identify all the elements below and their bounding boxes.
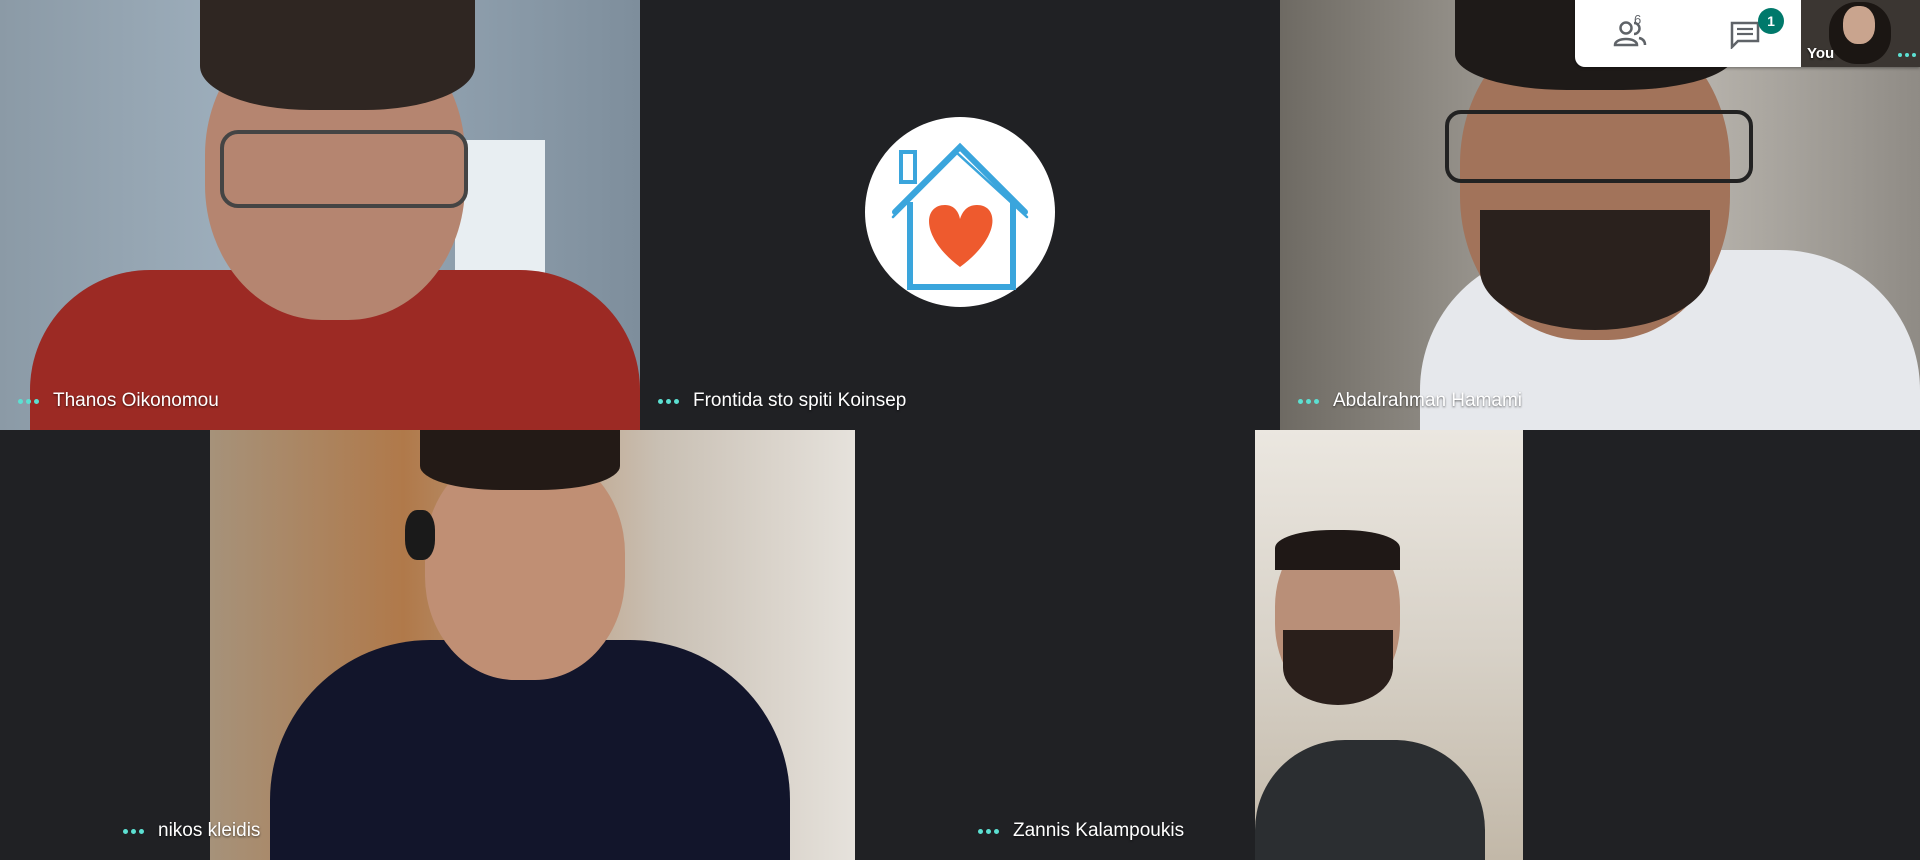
shirt bbox=[1255, 740, 1485, 860]
glasses bbox=[220, 130, 468, 208]
participant-name-bar: Thanos Oikonomou bbox=[18, 390, 219, 412]
audio-indicator-icon bbox=[658, 398, 679, 404]
chat-icon bbox=[1730, 21, 1759, 49]
participants-count: 6 bbox=[1634, 12, 1642, 27]
video-tile-frontida[interactable]: Frontida sto spiti Koinsep bbox=[640, 0, 1280, 430]
video-feed bbox=[210, 430, 855, 860]
video-feed bbox=[1255, 430, 1523, 860]
audio-indicator-icon bbox=[123, 828, 144, 834]
participant-name-bar: Abdalrahman Hamami bbox=[1298, 390, 1522, 412]
glasses bbox=[1445, 110, 1753, 183]
participant-name-bar: Zannis Kalampoukis bbox=[978, 820, 1184, 842]
video-tile-zannis[interactable]: Zannis Kalampoukis bbox=[960, 430, 1815, 860]
audio-indicator-icon bbox=[978, 828, 999, 834]
window bbox=[455, 140, 545, 280]
house-heart-logo-icon bbox=[891, 142, 1029, 290]
video-tile-thanos[interactable]: Thanos Oikonomou bbox=[0, 0, 640, 430]
chat-unread-badge: 1 bbox=[1758, 8, 1784, 34]
self-face bbox=[1843, 6, 1875, 44]
show-participants-button[interactable]: 6 bbox=[1575, 0, 1688, 67]
hair bbox=[1275, 530, 1400, 570]
beard bbox=[1283, 630, 1393, 705]
chat-button[interactable]: 1 bbox=[1688, 0, 1801, 67]
video-tile-nikos[interactable]: nikos kleidis bbox=[105, 430, 855, 860]
people-icon bbox=[1613, 20, 1646, 46]
more-options-icon[interactable] bbox=[1898, 53, 1916, 57]
audio-indicator-icon bbox=[1298, 398, 1319, 404]
self-label: You bbox=[1807, 45, 1835, 62]
meeting-controls-bar: 6 1 You bbox=[1575, 0, 1920, 67]
hair bbox=[200, 0, 475, 110]
participant-name: Zannis Kalampoukis bbox=[1013, 820, 1185, 841]
participant-name: Abdalrahman Hamami bbox=[1333, 390, 1523, 411]
avatar bbox=[865, 117, 1055, 307]
participant-name: Frontida sto spiti Koinsep bbox=[693, 390, 907, 411]
headset bbox=[405, 510, 435, 560]
audio-indicator-icon bbox=[18, 398, 39, 404]
participant-name: Thanos Oikonomou bbox=[53, 390, 219, 411]
beard bbox=[1480, 210, 1710, 330]
participant-name-bar: nikos kleidis bbox=[123, 820, 260, 842]
hair bbox=[420, 430, 620, 490]
participant-name-bar: Frontida sto spiti Koinsep bbox=[658, 390, 906, 412]
self-view-tile[interactable]: You bbox=[1801, 0, 1920, 67]
participant-name: nikos kleidis bbox=[158, 820, 261, 841]
